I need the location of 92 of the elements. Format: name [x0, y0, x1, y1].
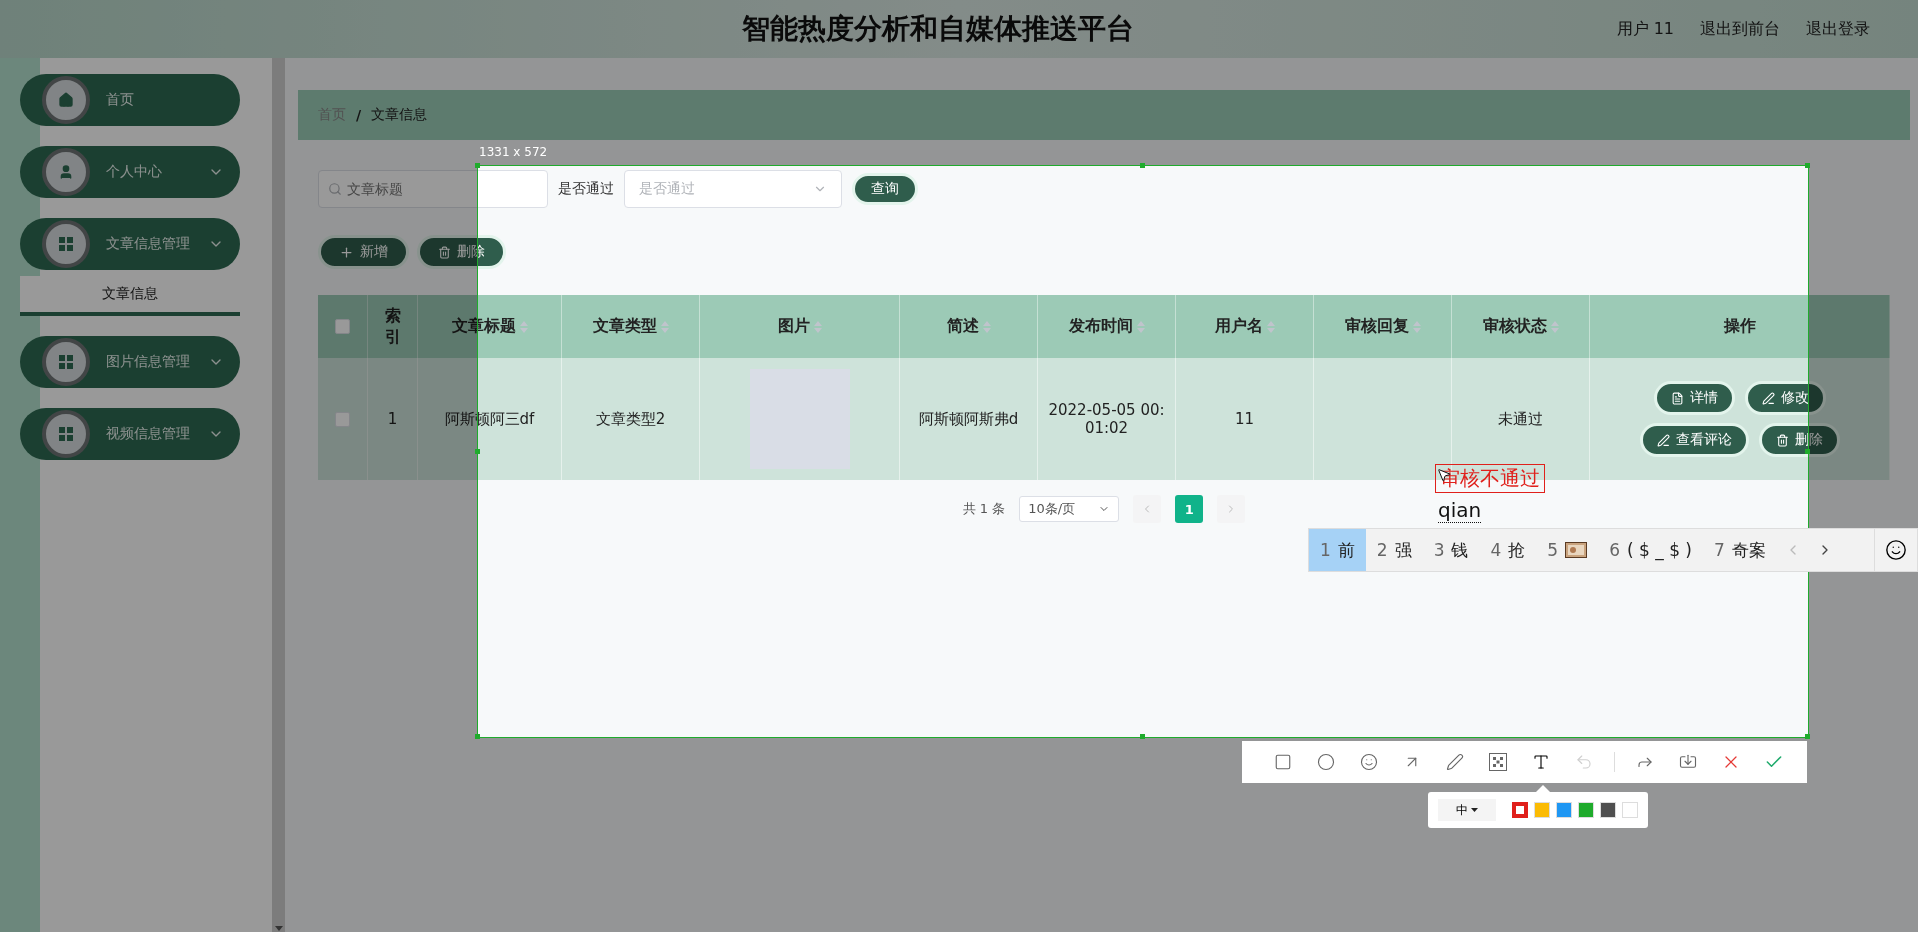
table-cell: 文章类型2	[562, 358, 700, 480]
header-link[interactable]: 退出到前台	[1700, 18, 1780, 40]
sidebar-item[interactable]: 视频信息管理	[20, 408, 240, 460]
resize-handle[interactable]	[1140, 163, 1145, 168]
home-icon	[58, 92, 74, 108]
rectangle-icon	[1273, 753, 1292, 771]
resize-handle[interactable]	[1805, 734, 1810, 739]
document-icon	[1670, 391, 1684, 405]
sidebar-item[interactable]: 首页	[20, 74, 240, 126]
trash-icon	[1775, 433, 1789, 447]
resize-handle[interactable]	[1805, 449, 1810, 454]
sort-icon[interactable]	[982, 320, 991, 333]
caret-icon	[1471, 808, 1478, 812]
sort-icon[interactable]	[1136, 320, 1145, 333]
action-button[interactable]: 新增	[318, 235, 409, 269]
column-header[interactable]: 用户名	[1176, 295, 1314, 358]
text-tool-icon	[1531, 753, 1550, 771]
resize-handle[interactable]	[1805, 163, 1810, 168]
resize-handle[interactable]	[475, 163, 480, 168]
column-header[interactable]: 文章类型	[562, 295, 700, 358]
scrollbar[interactable]	[272, 58, 285, 932]
ime-candidate[interactable]: 7 奇案	[1703, 529, 1777, 571]
column-header[interactable]: 操作	[1590, 295, 1890, 358]
table-cell: 2022-05-05 00:01:02	[1038, 358, 1176, 480]
font-size-select[interactable]: 中	[1438, 799, 1496, 821]
page-size-select[interactable]: 10条/页	[1019, 496, 1120, 522]
breadcrumb-link[interactable]: 文章信息	[371, 106, 428, 124]
undo-icon	[1574, 753, 1593, 771]
column-header[interactable]: 图片	[700, 295, 900, 358]
row-action-button[interactable]: 修改	[1744, 381, 1826, 415]
color-swatch[interactable]	[1512, 802, 1528, 818]
query-button[interactable]: 查询	[852, 173, 918, 205]
table-cell: 11	[1176, 358, 1314, 480]
row-action-button[interactable]: 查看评论	[1639, 423, 1749, 457]
table-cell: 阿斯顿阿斯弗d	[900, 358, 1038, 480]
resize-handle[interactable]	[475, 734, 480, 739]
column-header[interactable]: 索引	[368, 295, 418, 358]
smiley-icon	[1359, 753, 1378, 771]
sort-icon[interactable]	[1412, 320, 1421, 333]
resize-handle[interactable]	[1140, 734, 1145, 739]
column-header[interactable]: 审核回复	[1314, 295, 1452, 358]
pencil-icon	[1656, 433, 1670, 447]
sort-icon[interactable]	[813, 320, 822, 333]
sidebar-item[interactable]: 图片信息管理	[20, 336, 240, 388]
banknote-icon	[1565, 542, 1588, 558]
header-link[interactable]: 退出登录	[1806, 18, 1870, 40]
ime-candidate[interactable]: 6 ( $ _ $ )	[1598, 529, 1703, 571]
total-count: 共 1 条	[962, 500, 1006, 518]
user-icon	[58, 164, 74, 180]
ime-composition: qian	[1438, 498, 1482, 523]
row-checkbox[interactable]	[335, 411, 350, 427]
sort-icon[interactable]	[660, 320, 669, 333]
scroll-down-icon[interactable]	[274, 926, 283, 932]
app-title: 智能热度分析和自媒体推送平台	[741, 11, 1136, 47]
ime-candidate[interactable]: 4 抢	[1479, 529, 1537, 571]
header-link[interactable]: 用户 11	[1616, 18, 1674, 40]
mosaic-icon	[1488, 753, 1507, 771]
search-icon	[328, 182, 342, 196]
grid-icon	[59, 427, 73, 441]
sort-icon[interactable]	[1550, 320, 1559, 333]
next-page-button[interactable]	[1217, 495, 1246, 523]
selection-size-label: 1331 x 572	[479, 145, 548, 159]
trash-icon	[438, 245, 451, 259]
submenu-item[interactable]: 文章信息	[20, 276, 240, 316]
prev-page-button[interactable]	[1133, 495, 1162, 523]
sidebar-item[interactable]: 文章信息管理	[20, 218, 240, 270]
sort-icon[interactable]	[1266, 320, 1275, 333]
column-header[interactable]: 发布时间	[1038, 295, 1176, 358]
sort-icon[interactable]	[519, 320, 528, 333]
search-field[interactable]: 文章标题	[318, 170, 548, 208]
grid-icon	[59, 237, 73, 251]
filter-label: 是否通过	[558, 180, 614, 198]
emoji-icon[interactable]	[1885, 539, 1907, 561]
sidebar-item[interactable]: 个人中心	[20, 146, 240, 198]
row-action-button[interactable]: 详情	[1653, 381, 1735, 415]
row-action-button[interactable]: 删除	[1758, 423, 1840, 457]
breadcrumb-separator: /	[356, 107, 362, 123]
grid-icon	[59, 355, 73, 369]
ime-candidate[interactable]: 2 强	[1365, 529, 1423, 571]
plus-icon	[339, 244, 354, 260]
select-all-checkbox[interactable]	[335, 319, 350, 334]
column-header[interactable]: 审核状态	[1452, 295, 1590, 358]
pen-icon	[1445, 753, 1464, 771]
table-cell: 1	[368, 358, 418, 480]
circle-icon	[1316, 753, 1335, 771]
resize-handle[interactable]	[475, 449, 480, 454]
column-header[interactable]: 简述	[900, 295, 1038, 358]
pencil-icon	[1761, 391, 1775, 405]
ime-candidate[interactable]: 1 前	[1309, 529, 1366, 571]
ime-candidate[interactable]: 5	[1536, 529, 1599, 571]
download-icon	[1679, 753, 1698, 771]
ime-candidate[interactable]: 3 钱	[1422, 529, 1480, 571]
